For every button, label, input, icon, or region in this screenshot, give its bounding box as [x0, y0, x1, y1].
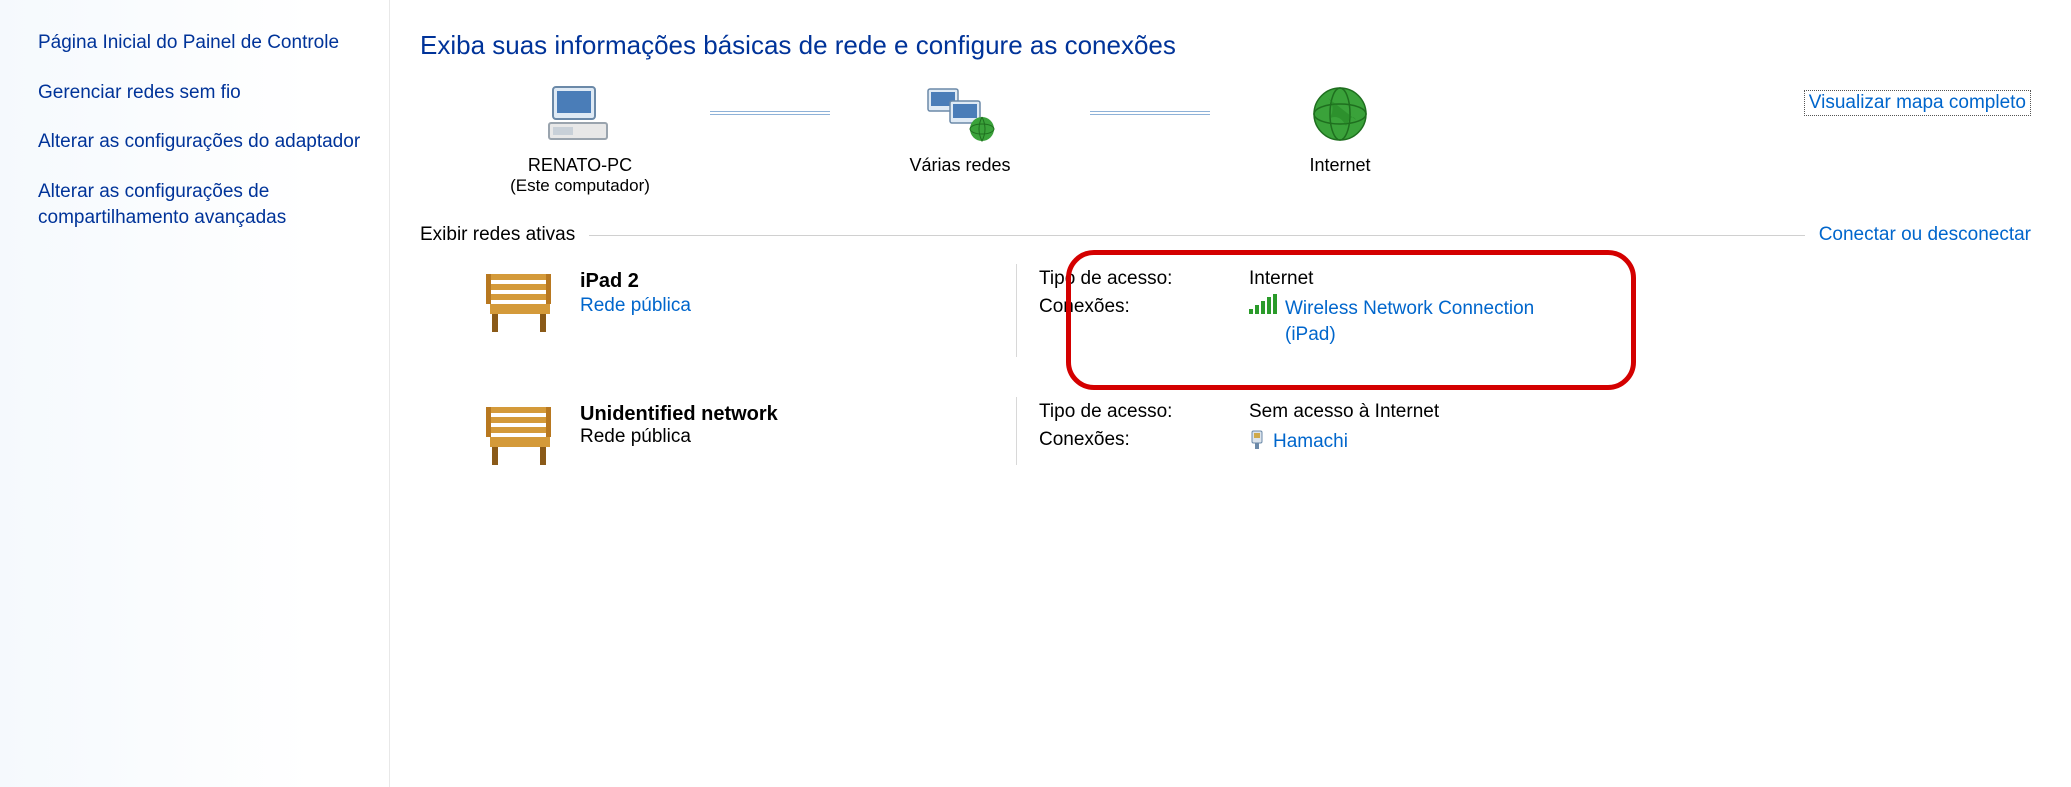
map-node-label: Internet — [1210, 155, 1470, 176]
access-type-label: Tipo de acesso: — [1039, 401, 1249, 423]
active-networks-header: Exibir redes ativas Conectar ou desconec… — [420, 224, 2031, 246]
network-map: RENATO-PC (Este computador) Várias redes — [450, 79, 2031, 196]
connection-link[interactable]: Hamachi — [1273, 429, 1348, 455]
network-name: Unidentified network — [580, 403, 778, 426]
map-node-networks: Várias redes — [830, 79, 1090, 176]
section-divider — [589, 235, 1804, 236]
map-node-label: Várias redes — [830, 155, 1090, 176]
network-name: iPad 2 — [580, 270, 691, 293]
access-type-label: Tipo de acesso: — [1039, 268, 1249, 290]
section-label: Exibir redes ativas — [420, 224, 575, 246]
page-title: Exiba suas informações básicas de rede e… — [420, 30, 2031, 61]
bench-icon — [476, 397, 564, 469]
sidebar-link-adapter[interactable]: Alterar as configurações do adaptador — [38, 129, 364, 155]
connection-link[interactable]: Wireless Network Connection (iPad) — [1285, 296, 1545, 347]
network-type-text: Rede pública — [580, 426, 691, 447]
map-connector — [710, 111, 830, 115]
sidebar-link-sharing[interactable]: Alterar as configurações de compartilham… — [38, 179, 364, 230]
connect-disconnect-link[interactable]: Conectar ou desconectar — [1819, 224, 2031, 246]
map-node-label: RENATO-PC — [450, 155, 710, 176]
map-connector — [1090, 111, 1210, 115]
connections-label: Conexões: — [1039, 429, 1249, 451]
map-node-internet: Internet — [1210, 79, 1470, 176]
ethernet-plug-icon — [1249, 429, 1265, 451]
main-content: Exiba suas informações básicas de rede e… — [390, 0, 2071, 787]
sidebar-link-wireless[interactable]: Gerenciar redes sem fio — [38, 80, 364, 106]
bench-icon — [476, 264, 564, 336]
access-type-value: Sem acesso à Internet — [1249, 401, 1439, 423]
network-details: Tipo de acesso: Sem acesso à Internet Co… — [1016, 397, 1536, 465]
computer-icon — [450, 79, 710, 149]
sidebar-link-home[interactable]: Página Inicial do Painel de Controle — [38, 30, 364, 56]
network-details: Tipo de acesso: Internet Conexões: Wirel… — [1016, 264, 1545, 357]
sidebar: Página Inicial do Painel de Controle Ger… — [0, 0, 390, 787]
map-node-this-pc: RENATO-PC (Este computador) — [450, 79, 710, 196]
globe-icon — [1210, 79, 1470, 149]
network-row: iPad 2 Rede pública Tipo de acesso: Inte… — [476, 264, 2031, 357]
network-type-link[interactable]: Rede pública — [580, 295, 691, 317]
connections-label: Conexões: — [1039, 296, 1249, 318]
map-node-sublabel: (Este computador) — [450, 176, 710, 196]
multi-network-icon — [830, 79, 1090, 149]
access-type-value: Internet — [1249, 268, 1313, 290]
wifi-signal-icon — [1249, 296, 1277, 314]
network-row: Unidentified network Rede pública Tipo d… — [476, 397, 2031, 469]
